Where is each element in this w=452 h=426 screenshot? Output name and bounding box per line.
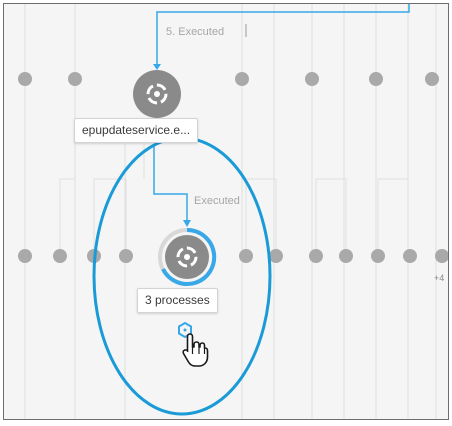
- process-group-node[interactable]: [158, 227, 217, 286]
- more-count-label[interactable]: +4: [434, 273, 444, 283]
- sibling-node-dots-bottom: [18, 249, 448, 263]
- parent-process-node[interactable]: [133, 70, 181, 118]
- edge-label-lower: Executed: [194, 195, 240, 207]
- process-group-label[interactable]: 3 processes: [137, 288, 218, 313]
- process-tree-graph: [18, 4, 448, 419]
- process-tree-canvas: 5. Executed Executed epupdateservice.e..…: [3, 3, 449, 420]
- background-tree-lines: [24, 4, 437, 419]
- parent-process-label[interactable]: epupdateservice.e...: [74, 118, 199, 143]
- sibling-node-dots-top: [18, 72, 439, 86]
- edge-label-top: 5. Executed: [166, 26, 225, 38]
- hand-pointer-icon: [182, 333, 209, 367]
